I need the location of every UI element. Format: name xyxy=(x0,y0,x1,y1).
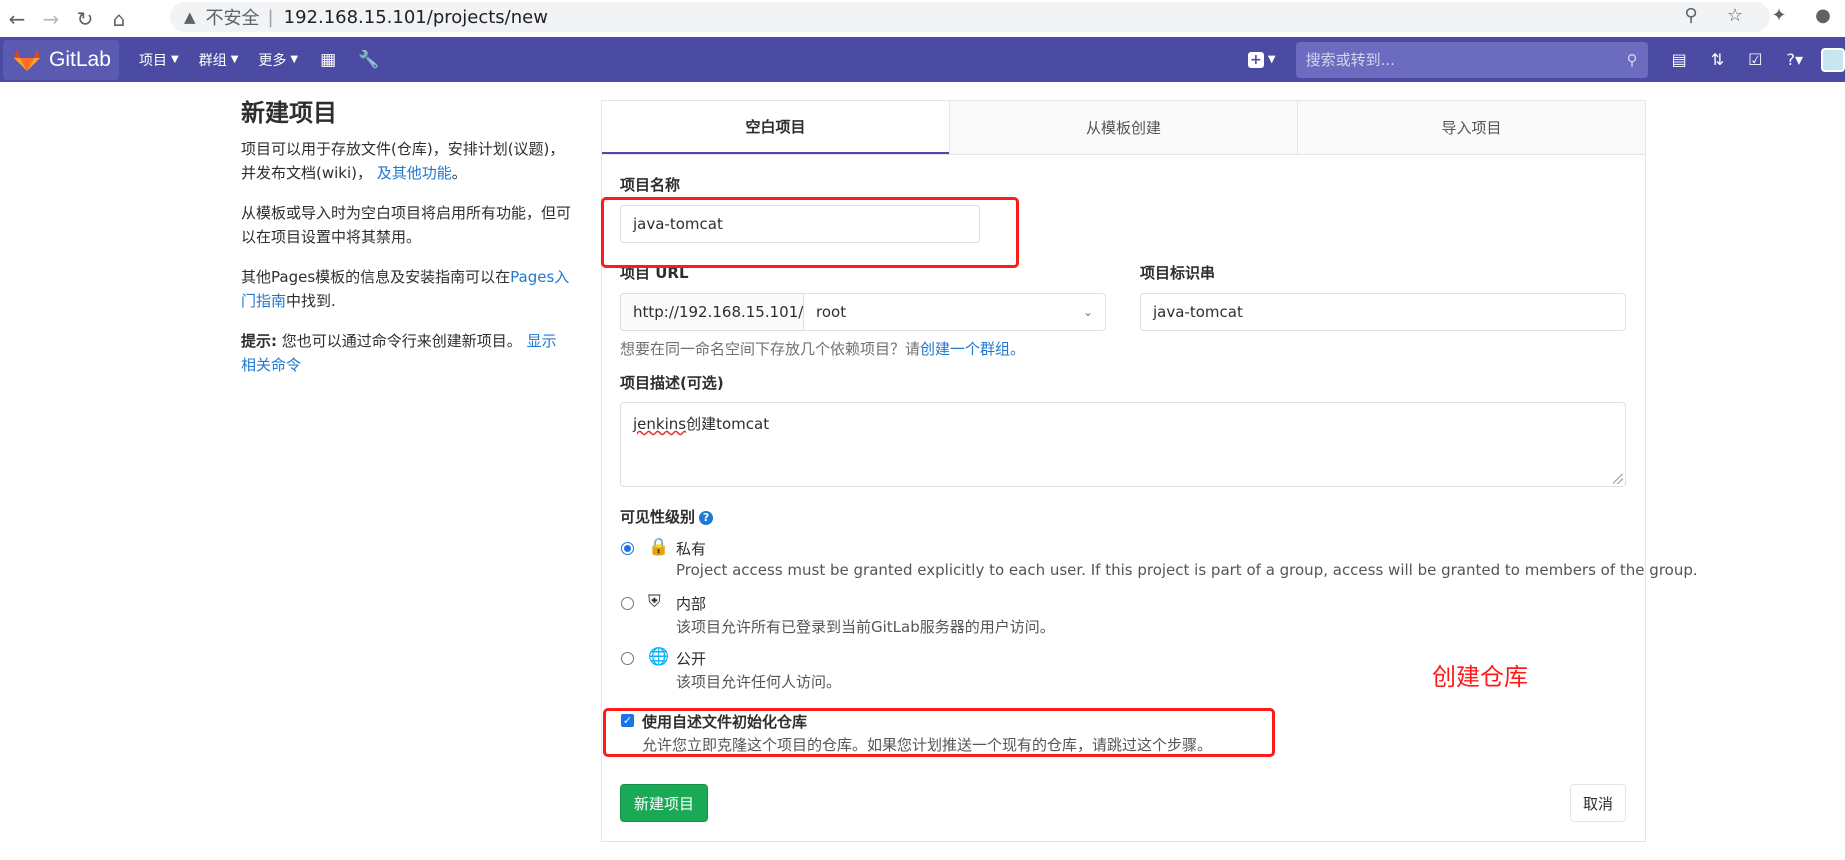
visibility-private-title: 私有 xyxy=(676,540,707,558)
description-label: 项目描述(可选) xyxy=(620,374,724,392)
nav-projects-label: 项目 xyxy=(139,52,167,69)
intro-text-1-end: 。 xyxy=(451,164,467,182)
question-icon[interactable]: ? xyxy=(699,510,714,525)
activity-chart-icon[interactable]: ▦ xyxy=(320,50,336,70)
top-navbar: GitLab 项目 ▼ 群组 ▼ 更多 ▼ ▦ 🔧 + ▼ 搜索或转到... ⚲ ▤ … xyxy=(0,37,1845,82)
visibility-label-text: 可见性级别 xyxy=(620,508,696,526)
intro-column: 新建项目 项目可以用于存放文件(仓库)，安排计划(议题)，并发布文档(wiki)… xyxy=(241,97,571,393)
nav-projects[interactable]: 项目 ▼ xyxy=(139,50,179,70)
nav-more[interactable]: 更多 ▼ xyxy=(258,50,298,70)
tab-blank-project[interactable]: 空白项目 xyxy=(602,101,949,154)
resize-handle[interactable] xyxy=(1613,474,1623,484)
project-name-label: 项目名称 xyxy=(620,176,681,194)
gitlab-fox-icon xyxy=(14,48,40,71)
nav-groups-label: 群组 xyxy=(198,52,227,69)
namespace-select[interactable]: root ⌄ xyxy=(804,293,1106,331)
other-features-link[interactable]: 及其他功能 xyxy=(377,164,452,182)
shield-icon: ⛨ xyxy=(648,592,661,612)
visibility-private-desc: Project access must be granted explicitl… xyxy=(676,561,1698,579)
tab-import-project[interactable]: 导入项目 xyxy=(1297,101,1645,154)
description-textarea[interactable]: jenkins创建tomcat xyxy=(620,402,1626,487)
help-icon[interactable]: ?▾ xyxy=(1786,50,1803,69)
chevron-down-icon: ⌄ xyxy=(1082,305,1093,319)
gitlab-logo[interactable]: GitLab xyxy=(3,39,119,80)
visibility-private-radio[interactable] xyxy=(621,542,634,555)
back-icon[interactable]: ← xyxy=(0,4,34,34)
merge-requests-icon[interactable]: ⇅ xyxy=(1711,50,1724,69)
todos-icon[interactable]: ☑ xyxy=(1748,50,1762,69)
tab-from-template[interactable]: 从模板创建 xyxy=(949,101,1297,154)
brand-name: GitLab xyxy=(49,47,111,71)
address-bar[interactable]: ▲ 不安全 | 192.168.15.101/projects/new xyxy=(170,2,1770,32)
group-help-prefix: 想要在同一命名空间下存放几个依赖项目？请 xyxy=(620,340,921,358)
description-value: 创建tomcat xyxy=(686,415,770,433)
create-group-link[interactable]: 创建一个群组。 xyxy=(920,340,1025,358)
highlight-box-readme xyxy=(603,708,1275,757)
avatar[interactable] xyxy=(1821,47,1845,72)
navbar-right: + ▼ 搜索或转到... ⚲ ▤ ⇅ ☑ ?▾ xyxy=(1247,37,1845,82)
search-input[interactable]: 搜索或转到... ⚲ xyxy=(1295,41,1648,78)
intro-text-3-end: 中找到. xyxy=(286,292,336,310)
url-prefix: http://192.168.15.101/ xyxy=(620,293,804,331)
tip-text: 您也可以通过命令行来创建新项目。 xyxy=(281,332,522,350)
highlight-box-project-name xyxy=(601,197,1019,268)
key-icon[interactable]: ⚲ xyxy=(1669,5,1713,26)
intro-paragraph-2: 从模板或导入时为空白项目将启用所有功能，但可以在项目设置中将其禁用。 xyxy=(241,204,572,246)
search-icon: ⚲ xyxy=(1626,50,1638,69)
search-placeholder: 搜索或转到... xyxy=(1305,51,1395,69)
nav-more-label: 更多 xyxy=(258,52,287,69)
star-icon[interactable]: ☆ xyxy=(1713,5,1757,26)
namespace-value: root xyxy=(816,303,847,321)
browser-actions: ⚲ ☆ ✦ ● xyxy=(1669,0,1845,30)
extensions-icon[interactable]: ✦ xyxy=(1757,5,1801,26)
visibility-internal-title: 内部 xyxy=(676,595,707,613)
project-tabs: 空白项目 从模板创建 导入项目 xyxy=(602,101,1645,155)
chevron-down-icon: ▼ xyxy=(171,54,179,65)
annotation-label: 创建仓库 xyxy=(1432,663,1528,691)
chevron-down-icon: ▼ xyxy=(1267,54,1276,65)
intro-paragraph-1: 项目可以用于存放文件(仓库)，安排计划(议题)，并发布文档(wiki)， 及其他… xyxy=(241,137,571,185)
profile-icon[interactable]: ● xyxy=(1801,5,1845,26)
insecure-label: 不安全 xyxy=(205,8,260,29)
globe-icon: 🌐 xyxy=(648,647,670,667)
intro-paragraph-3: 其他Pages模板的信息及安装指南可以在Pages入门指南中找到. xyxy=(241,265,571,313)
url-text[interactable]: 192.168.15.101/projects/new xyxy=(284,7,548,28)
visibility-public-radio[interactable] xyxy=(621,652,634,665)
project-slug-input[interactable]: java-tomcat xyxy=(1140,293,1626,331)
warning-icon[interactable]: ▲ xyxy=(184,8,196,26)
create-project-button[interactable]: 新建项目 xyxy=(620,784,708,822)
cancel-button[interactable]: 取消 xyxy=(1570,784,1626,822)
project-slug-label: 项目标识串 xyxy=(1140,264,1216,282)
visibility-public-desc: 该项目允许任何人访问。 xyxy=(676,673,842,691)
page-title: 新建项目 xyxy=(241,99,337,127)
visibility-public-title: 公开 xyxy=(676,650,707,668)
address-separator: | xyxy=(267,6,274,28)
visibility-label: 可见性级别? xyxy=(620,506,714,527)
new-dropdown-button[interactable]: + ▼ xyxy=(1247,51,1276,68)
group-help-text: 想要在同一命名空间下存放几个依赖项目？请创建一个群组。 xyxy=(620,338,1025,359)
tip-paragraph: 提示: 您也可以通过命令行来创建新项目。 显示相关命令 xyxy=(241,329,571,377)
description-misspelled-word: jenkins xyxy=(633,415,687,433)
chevron-down-icon: ▼ xyxy=(230,54,239,65)
lock-icon: 🔒 xyxy=(648,537,670,557)
reload-icon[interactable]: ↻ xyxy=(68,4,102,34)
admin-wrench-icon[interactable]: 🔧 xyxy=(358,50,379,70)
tip-label: 提示: xyxy=(241,332,277,350)
browser-toolbar: ← → ↻ ⌂ ▲ 不安全 | 192.168.15.101/projects/… xyxy=(0,0,1845,37)
intro-text-3: 其他Pages模板的信息及安装指南可以在 xyxy=(241,268,511,286)
visibility-internal-desc: 该项目允许所有已登录到当前GitLab服务器的用户访问。 xyxy=(676,618,1055,636)
home-icon[interactable]: ⌂ xyxy=(102,4,136,34)
nav-groups[interactable]: 群组 ▼ xyxy=(199,50,239,70)
plus-icon: + xyxy=(1247,51,1264,68)
forward-icon[interactable]: → xyxy=(34,4,68,34)
visibility-internal-radio[interactable] xyxy=(621,597,634,610)
issues-icon[interactable]: ▤ xyxy=(1672,50,1687,69)
chevron-down-icon: ▼ xyxy=(290,54,299,65)
